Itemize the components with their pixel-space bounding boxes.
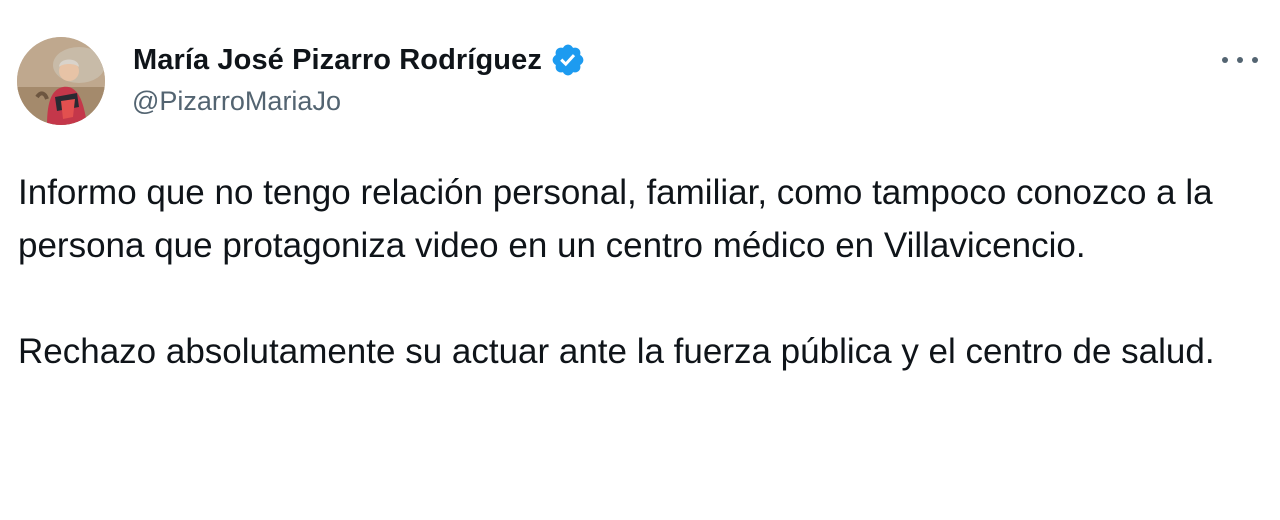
more-dot [1252,57,1258,63]
avatar-photo [17,37,105,125]
author-row: María José Pizarro Rodríguez [133,40,586,80]
author-handle[interactable]: @PizarroMariaJo [132,86,341,117]
more-options-icon[interactable] [1222,48,1258,72]
author-display-name[interactable]: María José Pizarro Rodríguez [133,44,542,77]
more-dot [1222,57,1228,63]
avatar[interactable] [17,37,105,125]
more-dot [1237,57,1243,63]
verified-badge-icon[interactable] [550,42,586,78]
tweet-paragraph: Informo que no tengo relación personal, … [18,173,1213,265]
tweet-paragraph: Rechazo absolutamente su actuar ante la … [18,332,1215,371]
tweet-text: Informo que no tengo relación personal, … [18,166,1258,378]
tweet-card: María José Pizarro Rodríguez @PizarroMar… [0,0,1280,520]
